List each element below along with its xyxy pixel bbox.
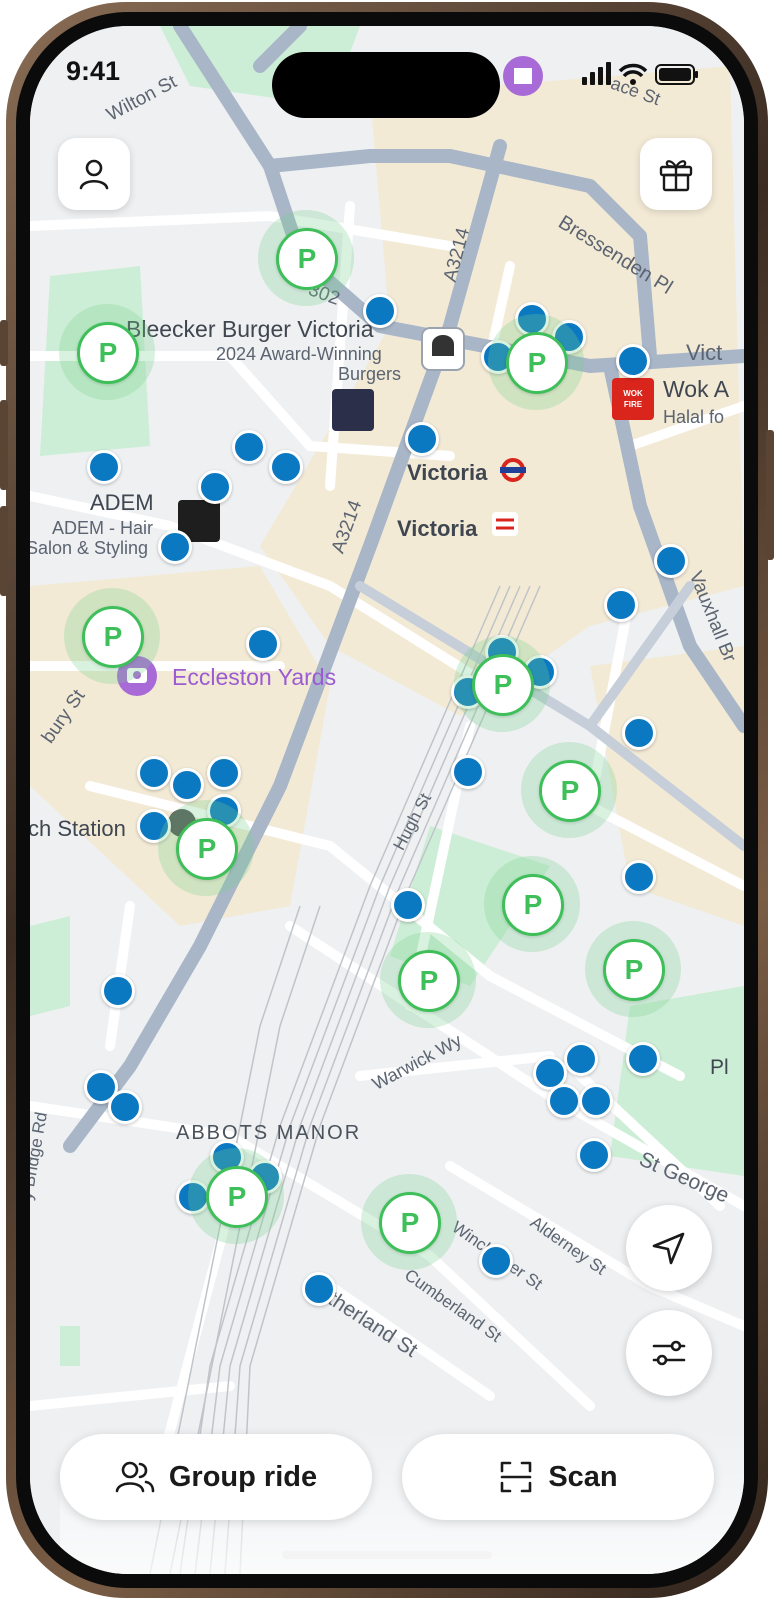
scan-icon — [501, 1461, 532, 1493]
scooter-dot[interactable] — [246, 627, 280, 661]
scooter-dot[interactable] — [170, 768, 204, 802]
parking-marker[interactable]: P — [506, 332, 568, 394]
parking-marker[interactable]: P — [276, 228, 338, 290]
scan-button[interactable]: Scan — [402, 1434, 714, 1520]
parking-marker[interactable]: P — [472, 654, 534, 716]
scooter-dot[interactable] — [198, 470, 232, 504]
scooter-dot[interactable] — [232, 430, 266, 464]
gift-icon — [659, 160, 693, 192]
locate-me-button[interactable] — [626, 1205, 712, 1291]
dynamic-island — [272, 52, 500, 118]
group-ride-button[interactable]: Group ride — [60, 1434, 372, 1520]
scooter-dot[interactable] — [604, 588, 638, 622]
status-time: 9:41 — [66, 56, 121, 86]
parking-marker[interactable]: P — [398, 950, 460, 1012]
scooter-dot[interactable] — [579, 1084, 613, 1118]
scooter-dot[interactable] — [577, 1138, 611, 1172]
scooter-dot[interactable] — [302, 1272, 336, 1306]
poi-desc: Salon & Styling — [30, 538, 149, 558]
volume-down-button — [0, 506, 8, 596]
parking-marker[interactable]: P — [206, 1166, 268, 1228]
user-icon — [79, 159, 109, 190]
poi-desc: Burgers — [338, 364, 402, 384]
home-indicator — [282, 1551, 492, 1559]
signal-wifi-battery-icon — [582, 62, 698, 85]
scooter-dot[interactable] — [616, 344, 650, 378]
poi-name: Wok A — [663, 376, 730, 402]
phone-device: WOK FIRE Wilton St ace St Bressenden Pl … — [0, 0, 774, 1600]
area-label: ABBOTS MANOR — [176, 1122, 362, 1144]
parking-marker[interactable]: P — [379, 1192, 441, 1254]
scooter-dot[interactable] — [622, 716, 656, 750]
poi-name: Eccleston Yards — [172, 664, 337, 690]
station-label: Victoria — [407, 460, 488, 485]
scan-label: Scan — [548, 1460, 618, 1493]
scooter-dot[interactable] — [564, 1042, 598, 1076]
parking-marker[interactable]: P — [77, 322, 139, 384]
poi-name: Pl — [710, 1056, 729, 1079]
svg-text:WOK: WOK — [623, 389, 643, 398]
scooter-dot[interactable] — [269, 450, 303, 484]
scooter-dot[interactable] — [405, 422, 439, 456]
station-label: Victoria — [397, 516, 478, 541]
scooter-dot[interactable] — [363, 294, 397, 328]
scooter-dot[interactable] — [87, 450, 121, 484]
filter-button[interactable] — [626, 1310, 712, 1396]
rewards-button[interactable] — [640, 138, 712, 210]
volume-up-button — [0, 400, 8, 490]
group-users-icon — [115, 1461, 155, 1493]
poi-desc: ADEM - Hair — [52, 518, 154, 538]
parking-marker[interactable]: P — [603, 939, 665, 1001]
scooter-dot[interactable] — [207, 756, 241, 790]
scooter-dot[interactable] — [451, 755, 485, 789]
scooter-dot[interactable] — [101, 974, 135, 1008]
profile-button[interactable] — [58, 138, 130, 210]
scooter-dot[interactable] — [654, 544, 688, 578]
navigation-arrow-icon — [652, 1232, 685, 1265]
poi-desc: 2024 Award-Winning — [216, 344, 382, 364]
parking-marker[interactable]: P — [176, 818, 238, 880]
street-label: Vict — [686, 340, 723, 365]
svg-text:FIRE: FIRE — [624, 400, 643, 409]
scooter-dot[interactable] — [391, 888, 425, 922]
status-icons — [582, 60, 702, 93]
scooter-dot[interactable] — [622, 860, 656, 894]
scooter-dot[interactable] — [626, 1042, 660, 1076]
parking-marker[interactable]: P — [502, 874, 564, 936]
sliders-icon — [652, 1340, 686, 1366]
poi-desc: Halal fo — [663, 407, 725, 427]
group-ride-label: Group ride — [168, 1460, 318, 1493]
scooter-dot[interactable] — [158, 530, 192, 564]
parking-marker[interactable]: P — [539, 760, 601, 822]
poi-name: ADEM — [90, 490, 154, 515]
scooter-dot[interactable] — [479, 1244, 513, 1278]
scooter-dot[interactable] — [108, 1090, 142, 1124]
poi-name: ch Station — [30, 816, 126, 841]
parking-marker[interactable]: P — [82, 606, 144, 668]
poi-name: Bleecker Burger Victoria — [126, 316, 374, 342]
power-button — [766, 430, 774, 560]
action-button — [0, 320, 8, 366]
scooter-dot[interactable] — [137, 756, 171, 790]
scooter-dot[interactable] — [547, 1084, 581, 1118]
